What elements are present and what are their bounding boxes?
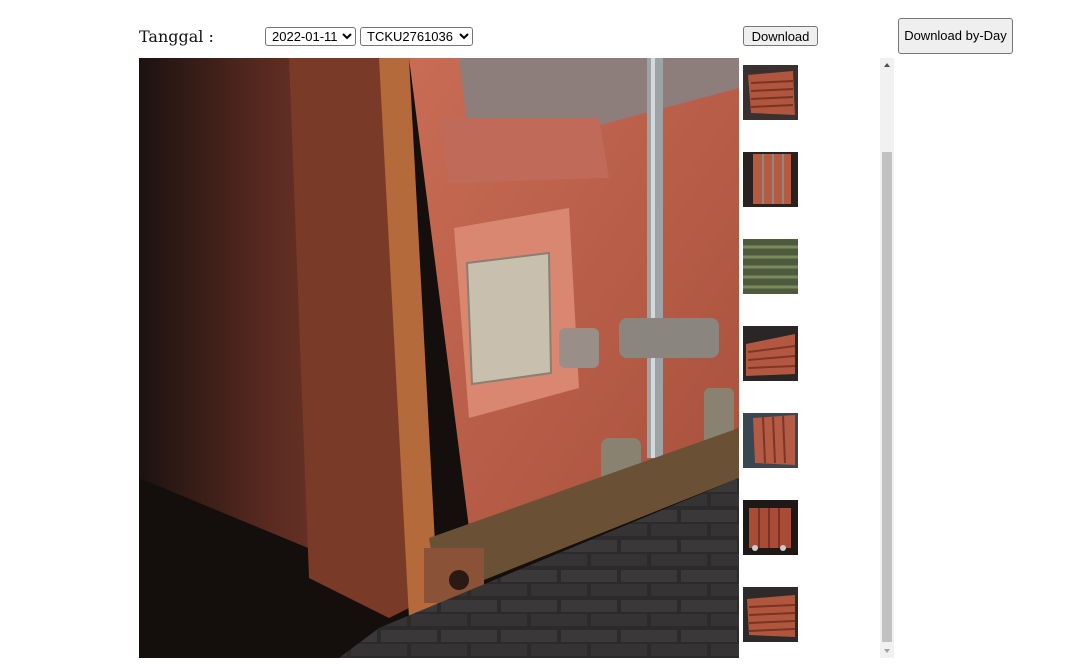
date-select[interactable]: 2022-01-11 bbox=[265, 27, 356, 46]
thumbnail-item[interactable] bbox=[743, 326, 798, 381]
triangle-up-icon[interactable] bbox=[880, 58, 894, 72]
download-button[interactable]: Download bbox=[743, 26, 818, 46]
date-label: Tanggal : bbox=[139, 27, 214, 46]
thumbnail-item[interactable] bbox=[743, 152, 798, 207]
thumbnail-list bbox=[739, 58, 894, 658]
thumbnail-item[interactable] bbox=[743, 65, 798, 120]
download-by-day-button[interactable]: Download by-Day bbox=[898, 18, 1013, 54]
triangle-down-icon[interactable] bbox=[880, 644, 894, 658]
thumbnail-item[interactable] bbox=[743, 500, 798, 555]
thumbnail-item[interactable] bbox=[743, 239, 798, 294]
thumbnail-scrollbar[interactable] bbox=[880, 58, 894, 658]
container-photo-illustration bbox=[139, 58, 739, 658]
main-container-photo[interactable] bbox=[139, 58, 739, 658]
thumbnail-item[interactable] bbox=[743, 413, 798, 468]
scrollbar-thumb[interactable] bbox=[882, 152, 892, 642]
thumbnail-item[interactable] bbox=[743, 587, 798, 642]
container-number-select[interactable]: TCKU2761036 bbox=[360, 27, 473, 46]
